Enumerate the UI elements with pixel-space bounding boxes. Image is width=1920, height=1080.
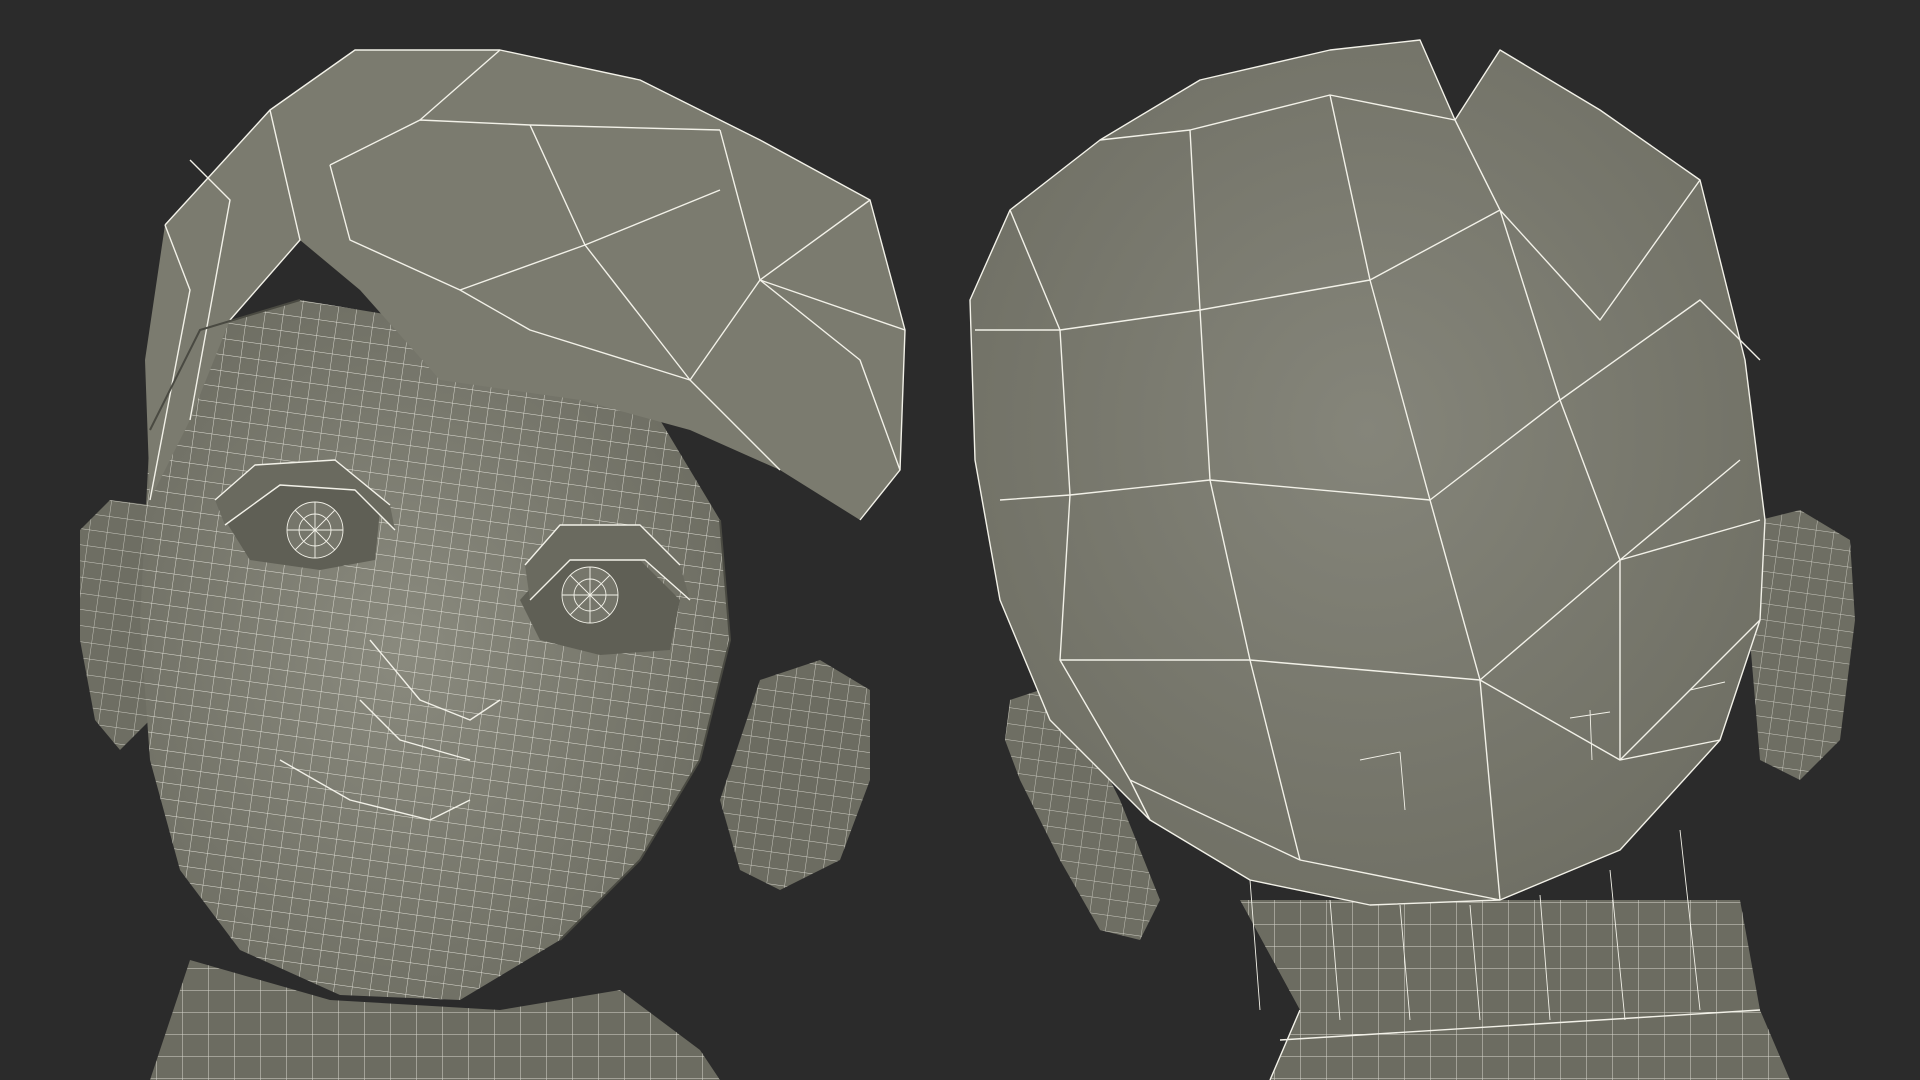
wireframe-render [80, 39, 1855, 1080]
front-view-head [80, 49, 906, 1080]
render-canvas [0, 0, 1920, 1080]
back-view-head [969, 39, 1855, 1080]
